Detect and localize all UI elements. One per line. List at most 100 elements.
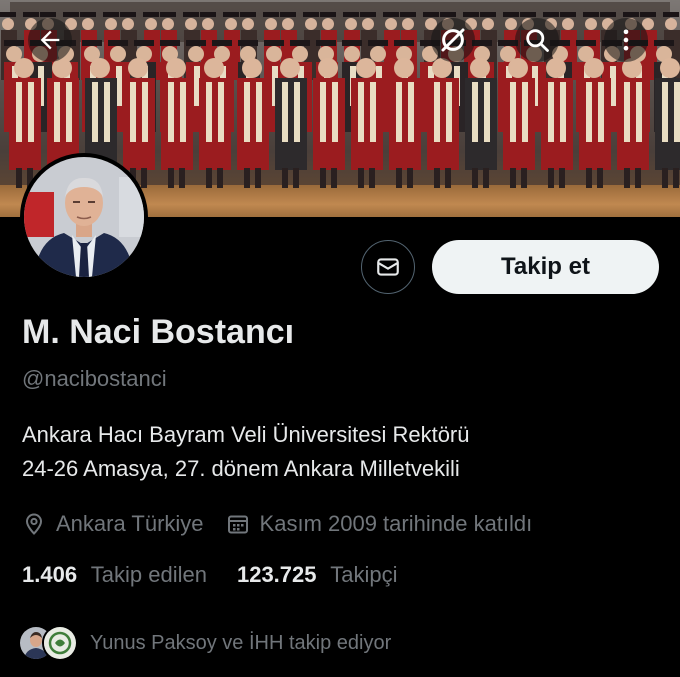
banner-figure-part [465,78,497,170]
location-item: Ankara Türkiye [22,511,204,537]
banner-figure-part [185,18,197,30]
follow-button-label: Takip et [501,253,590,280]
banner-figure-part [585,18,597,30]
banner-figure-part [623,12,639,17]
banner-figure-part [483,168,489,188]
banner-figure-part [130,82,136,142]
more-button[interactable] [604,18,648,62]
calendar-icon [227,515,248,534]
banner-figure-part [168,82,174,142]
banner-figure-part [342,40,362,46]
banner-figure-part [673,168,679,188]
banner-figure-part [665,18,677,30]
banner-figure-part [520,12,536,17]
banner-figure-part [223,12,239,17]
envelope-icon [377,258,399,276]
banner-figure-part [212,40,232,46]
banner-figure-part [240,12,256,17]
banner-figure-part [636,82,642,142]
banner-figure-part [660,58,680,78]
search-icon [526,29,549,52]
banner-figure-part [343,12,359,17]
banner-figure-part [82,40,102,46]
following-label: Takip edilen [90,562,207,587]
profile-avatar[interactable] [20,153,148,281]
follow-button[interactable]: Takip et [432,240,659,294]
banner-figure-part [320,12,336,17]
banner-figure-part [662,82,668,142]
banner-figure-part [662,168,668,188]
banner-figure-part [521,168,527,188]
banner-figure-part [543,12,559,17]
followers-you-know[interactable]: Yunus Paksoy ve İHH takip ediyor [18,625,391,661]
banner-figure-part [407,168,413,188]
banner-figure-part [162,18,174,30]
banner-figure-part [242,18,254,30]
banner-figure-part [110,46,126,62]
banner-figure-part [579,78,611,170]
banner-figure-part [316,40,336,46]
banner-figure-part [160,12,176,17]
banner-figure-part [290,40,310,46]
banner-figure-part [484,82,490,142]
banner-figure-part [134,40,154,46]
banner-figure-part [586,168,592,188]
back-button[interactable] [28,18,72,62]
search-button[interactable] [515,18,559,62]
joined-text: Kasım 2009 tarihinde katıldı [259,511,533,536]
follower-avatar [42,625,78,661]
banner-figure-part [640,12,656,17]
banner-figure-part [560,12,576,17]
banner-figure-part [396,168,402,188]
followers-you-know-text: Yunus Paksoy ve İHH takip ediyor [90,631,392,654]
grok-icon [441,28,465,52]
banner-figure-part [275,78,307,170]
follower-avatar-image [44,627,76,659]
message-button[interactable] [361,240,415,294]
banner-figure-part [470,58,490,78]
banner-figure-part [389,78,421,170]
banner-figure-part [472,168,478,188]
followers-link[interactable]: 123.725 Takipçi [237,562,398,588]
banner-figure-part [446,82,452,142]
banner-figure-part [370,46,386,62]
banner-figure-part [600,12,616,17]
banner-figure-part [434,168,440,188]
banner-figure-part [635,168,641,188]
banner-figure-part [168,168,174,188]
banner-figure-part [63,12,79,17]
following-link[interactable]: 1.406 Takip edilen [22,562,207,588]
banner-figure-part [541,78,573,170]
banner-figure-part [14,58,34,78]
banner-figure-part [293,168,299,188]
banner-figure-part [370,82,376,142]
banner-figure-part [122,18,134,30]
grok-button[interactable] [431,18,475,62]
banner-figure-part [40,12,56,17]
bio-line: Ankara Hacı Bayram Veli Üniversitesi Rek… [22,422,470,447]
location-text: Ankara Türkiye [56,511,204,536]
banner-figure-part [546,58,566,78]
banner-figure-part [104,82,110,142]
banner-figure-part [548,168,554,188]
banner-figure-part [385,18,397,30]
banner-figure-part [188,46,204,62]
banner-figure-part [206,82,212,142]
banner-figure-part [584,58,604,78]
banner-figure-part [305,18,317,30]
more-vertical-icon [623,29,629,51]
banner-figure-part [663,12,679,17]
banner-figure-part [23,12,39,17]
banner-figure-part [559,168,565,188]
banner-figure-part [145,18,157,30]
banner-figure-part [54,82,60,142]
banner-figure-part [654,40,674,46]
banner-figure-part [294,82,300,142]
joined-item: Kasım 2009 tarihinde katıldı [226,511,533,537]
banner-figure-part [82,18,94,30]
banner-figure-part [332,82,338,142]
banner-figure-part [562,18,574,30]
banner-figure-part [351,78,383,170]
banner-figure-part [0,12,16,17]
banner-figure-part [505,18,517,30]
